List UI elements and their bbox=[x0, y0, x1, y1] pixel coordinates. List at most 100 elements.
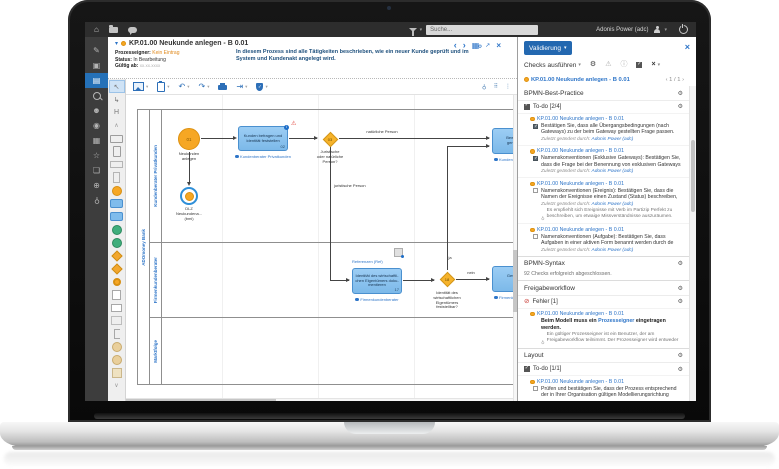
chevron-down-icon[interactable]: ▾ bbox=[658, 62, 661, 68]
lane-label[interactable]: Kundenberater Privatkunden bbox=[150, 110, 162, 242]
warning-icon[interactable]: ⚠ bbox=[291, 121, 296, 127]
palette-lane-vertical[interactable] bbox=[109, 171, 125, 184]
gateway-person-type[interactable]: 03 bbox=[322, 131, 338, 147]
run-checks-button[interactable]: Checks ausführen bbox=[524, 62, 576, 69]
palette-intermediate-event[interactable] bbox=[109, 223, 125, 236]
user-name[interactable]: Adonis Power (adc) bbox=[596, 27, 648, 33]
undo-button[interactable]: ↶ ▾ bbox=[179, 82, 190, 92]
item-model-link[interactable]: KP.01.00 Neukunde anlegen - B 0.01 bbox=[537, 116, 624, 122]
palette-gateway-exclusive[interactable] bbox=[109, 262, 125, 275]
item-checkbox[interactable] bbox=[533, 123, 538, 129]
palette-pool-vertical[interactable] bbox=[109, 145, 125, 158]
sidebar-item-edit[interactable]: ✎ bbox=[85, 43, 108, 58]
info-filter-icon[interactable]: ⓘ bbox=[620, 61, 627, 69]
sidebar-item-favorites[interactable]: ☆ bbox=[85, 148, 108, 163]
subsection-todo-a[interactable]: To-do [2/4] ⚙ bbox=[518, 99, 689, 113]
task-identitaet-dokumentieren[interactable]: Identität des wirtschaftli- chen Eigentü… bbox=[352, 268, 402, 294]
item-model-link[interactable]: KP.01.00 Neukunde anlegen - B 0.01 bbox=[537, 181, 624, 187]
redo-button[interactable]: ↷ ▾ bbox=[199, 82, 210, 92]
item-model-row[interactable]: KP.01.00 Neukunde anlegen - B 0.01 bbox=[530, 311, 685, 317]
item-model-row[interactable]: KP.01.00 Neukunde anlegen - B 0.01 bbox=[530, 148, 685, 154]
gear-icon[interactable]: ⚙ bbox=[678, 285, 683, 292]
lane-kundenberater[interactable]: Kundenberater Privatkunden bbox=[150, 110, 517, 243]
item-checkbox[interactable] bbox=[533, 188, 538, 194]
section-syntax[interactable]: BPMN-Syntax ⚙ bbox=[518, 255, 689, 271]
connector-tool[interactable]: ↳ bbox=[109, 93, 125, 106]
prev-model-button[interactable]: ‹ bbox=[454, 41, 457, 50]
intermediate-event[interactable] bbox=[180, 187, 198, 205]
check-item[interactable]: KP.01.00 Neukunde anlegen - B 0.01 Prüfe… bbox=[518, 375, 689, 400]
palette-data-object[interactable] bbox=[109, 288, 125, 301]
item-checkbox[interactable] bbox=[533, 234, 538, 240]
fullscreen-icon[interactable]: ↗ bbox=[485, 42, 490, 49]
reference-link[interactable]: Referenzen (Ref) bbox=[352, 259, 383, 264]
components-icon[interactable]: ⠿ bbox=[494, 83, 498, 90]
panel-scrollbar[interactable] bbox=[689, 86, 696, 401]
logout-power-icon[interactable] bbox=[679, 23, 688, 34]
palette-intermediate-event-2[interactable] bbox=[109, 236, 125, 249]
gear-icon[interactable]: ⚙ bbox=[678, 260, 683, 267]
section-best-practice[interactable]: BPMN-Best-Practice ⚙ bbox=[518, 86, 689, 100]
palette-aggregation[interactable] bbox=[109, 340, 125, 353]
warnings-filter-icon[interactable]: ⚠ bbox=[605, 61, 611, 69]
model-title-row[interactable]: ▾ KP.01.00 Neukunde anlegen - B 0.01 bbox=[115, 40, 248, 47]
prozesseigner-link[interactable]: Prozesseigner bbox=[598, 318, 634, 324]
validation-dropdown-button[interactable]: Validierung ▾ bbox=[524, 41, 572, 55]
avatar[interactable] bbox=[653, 25, 661, 34]
error-item[interactable]: KP.01.00 Neukunde anlegen - B 0.01 Beim … bbox=[518, 307, 689, 348]
palette-end-event[interactable] bbox=[109, 275, 125, 288]
lane-label[interactable]: Firmenkundenberater bbox=[150, 243, 162, 317]
gear-icon[interactable]: ⚙ bbox=[678, 298, 683, 305]
close-model-icon[interactable]: × bbox=[496, 41, 501, 50]
clear-results-icon[interactable]: × bbox=[651, 61, 655, 69]
home-icon[interactable]: ⌂ bbox=[94, 22, 99, 37]
filter-chevron-icon[interactable]: ▾ bbox=[420, 27, 423, 33]
more-menu-icon[interactable]: ⋮ bbox=[505, 83, 511, 90]
user-chevron-icon[interactable]: ▾ bbox=[664, 27, 667, 33]
validate-button[interactable]: ✓ ▾ bbox=[256, 82, 268, 91]
sidebar-item-users[interactable]: ☻ bbox=[85, 103, 108, 118]
item-model-row[interactable]: KP.01.00 Neukunde anlegen - B 0.01 bbox=[530, 181, 685, 187]
check-item[interactable]: KP.01.00 Neukunde anlegen - B 0.01 Namen… bbox=[518, 177, 689, 223]
validated-model-link[interactable]: KP.01.00 Neukunde anlegen - B 0.01 bbox=[531, 77, 666, 83]
palette-lane-horizontal[interactable] bbox=[109, 158, 125, 171]
scroll-thumb[interactable] bbox=[126, 399, 276, 401]
section-layout[interactable]: Layout ⚙ bbox=[518, 347, 689, 363]
export-image-button[interactable]: ▾ bbox=[133, 82, 148, 91]
diagram-canvas[interactable]: ADOmoney Bank Kundenberater Privatkunden… bbox=[126, 94, 517, 401]
search-input[interactable]: Suche... bbox=[426, 24, 539, 35]
palette-scroll-up[interactable]: ∧ bbox=[109, 119, 125, 132]
pager-next-icon[interactable]: › bbox=[682, 77, 684, 83]
pointer-tool[interactable]: ↖ bbox=[108, 80, 125, 93]
palette-start-event[interactable] bbox=[109, 184, 125, 197]
sidebar-item-read[interactable]: ▤ bbox=[85, 73, 108, 88]
palette-annotation[interactable] bbox=[109, 327, 125, 340]
sidebar-item-documents[interactable]: ❏ bbox=[85, 163, 108, 178]
filter-icon[interactable] bbox=[408, 27, 417, 36]
subsection-todo-b[interactable]: To-do [1/1] ⚙ bbox=[518, 362, 689, 375]
palette-gateway[interactable] bbox=[109, 249, 125, 262]
author-link[interactable]: Adonis Power (adc) bbox=[592, 248, 634, 253]
sidebar-item-search[interactable] bbox=[85, 88, 108, 103]
author-link[interactable]: Adonis Power (adc) bbox=[592, 137, 634, 142]
check-item[interactable]: KP.01.00 Neukunde anlegen - B 0.01 Namen… bbox=[518, 223, 689, 255]
sidebar-item-portal[interactable]: ⊕ bbox=[85, 178, 108, 193]
lane-marktfolge[interactable]: Marktfolge bbox=[150, 318, 517, 384]
item-model-row[interactable]: KP.01.00 Neukunde anlegen - B 0.01 bbox=[530, 379, 685, 385]
info-badge-icon[interactable]: i bbox=[284, 125, 289, 130]
subsection-errors[interactable]: ⊘ Fehler [1] ⚙ bbox=[518, 294, 689, 308]
print-button[interactable] bbox=[218, 82, 228, 90]
folder-icon[interactable] bbox=[108, 24, 118, 33]
gear-icon[interactable]: ⚙ bbox=[678, 352, 683, 359]
settings-gear-icon[interactable]: ⚙ bbox=[590, 61, 596, 69]
scroll-thumb[interactable] bbox=[691, 140, 695, 212]
ideas-bulb-icon[interactable]: ⚲ bbox=[482, 83, 486, 90]
palette-scroll-down[interactable]: ∨ bbox=[109, 379, 125, 392]
sidebar-item-explore[interactable]: ◉ bbox=[85, 118, 108, 133]
close-panel-icon[interactable]: × bbox=[685, 41, 690, 53]
author-link[interactable]: Adonis Power (adc) bbox=[592, 202, 634, 207]
pager-prev-icon[interactable]: ‹ bbox=[666, 77, 668, 83]
gear-icon[interactable]: ⚙ bbox=[678, 90, 683, 97]
start-event[interactable]: 01 bbox=[178, 128, 200, 150]
item-checkbox[interactable] bbox=[533, 155, 538, 162]
